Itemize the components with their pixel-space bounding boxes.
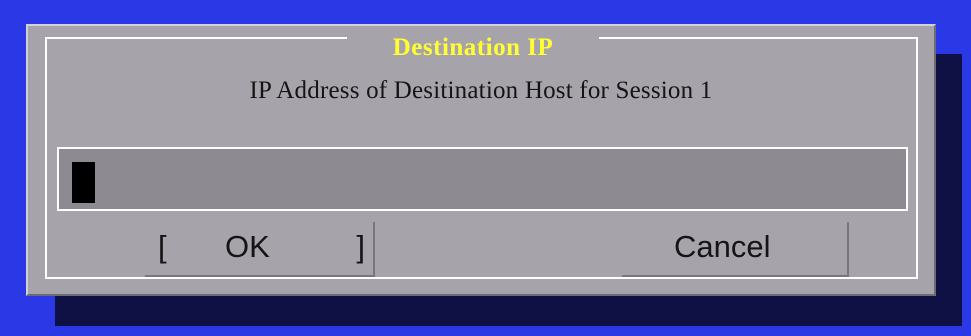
cancel-button-label: Cancel xyxy=(674,229,771,264)
destination-ip-input[interactable] xyxy=(57,147,908,211)
dialog-title: Destination IP xyxy=(347,29,599,67)
ok-button-label: OK xyxy=(225,229,270,264)
dialog-subtitle: IP Address of Desitination Host for Sess… xyxy=(249,77,713,104)
cancel-button[interactable]: Cancel xyxy=(622,222,849,277)
destination-ip-dialog: Destination IP IP Address of Desitinatio… xyxy=(26,24,936,296)
ok-left-bracket: [ xyxy=(158,229,167,264)
ok-right-bracket: ] xyxy=(356,229,365,264)
ok-button[interactable]: [ OK ] xyxy=(145,222,375,277)
text-cursor xyxy=(72,162,95,203)
